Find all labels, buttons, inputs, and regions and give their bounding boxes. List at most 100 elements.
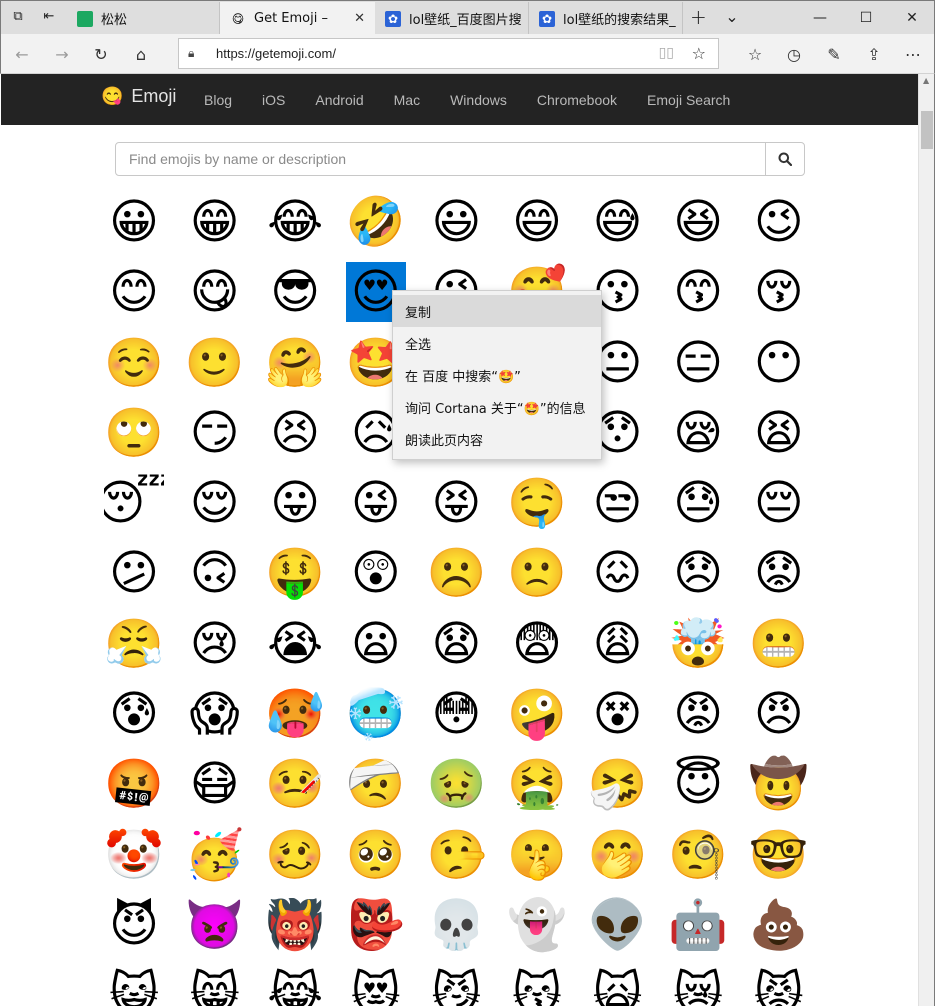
emoji-item[interactable]: 😋: [185, 262, 245, 322]
emoji-item[interactable]: 😧: [426, 614, 486, 674]
emoji-item[interactable]: 😲: [346, 543, 406, 603]
emoji-item[interactable]: 🥵: [265, 684, 325, 744]
nav-ios[interactable]: iOS: [262, 92, 285, 108]
close-tab-icon[interactable]: ✕: [354, 11, 365, 26]
refresh-icon[interactable]: ↻: [88, 42, 114, 66]
emoji-item[interactable]: 😄: [507, 192, 567, 252]
emoji-item[interactable]: 😴: [104, 473, 164, 533]
emoji-item[interactable]: 🥶: [346, 684, 406, 744]
emoji-item[interactable]: 😃: [426, 192, 486, 252]
emoji-item[interactable]: 😕: [104, 543, 164, 603]
emoji-item[interactable]: 😏: [185, 403, 245, 463]
emoji-item[interactable]: 🤧: [588, 754, 648, 814]
emoji-item[interactable]: 🧐: [668, 825, 728, 885]
more-options-icon[interactable]: ⋯: [900, 42, 926, 66]
address-bar[interactable]: 🔒︎ https://getemoji.com/ ▯▯ ☆: [178, 38, 719, 69]
emoji-item[interactable]: ☹️: [426, 543, 486, 603]
emoji-item[interactable]: 😿: [668, 965, 728, 1006]
emoji-item[interactable]: 😨: [507, 614, 567, 674]
emoji-item[interactable]: 😫: [749, 403, 809, 463]
emoji-item[interactable]: 👽: [588, 895, 648, 955]
tab-manager-icon[interactable]: ⧉: [10, 9, 26, 25]
emoji-item[interactable]: 😺: [104, 965, 164, 1006]
favorites-list-icon[interactable]: ☆: [742, 42, 768, 66]
emoji-item[interactable]: 😷: [185, 754, 245, 814]
emoji-item[interactable]: 😹: [265, 965, 325, 1006]
menu-item-read-aloud[interactable]: 朗读此页内容: [393, 423, 601, 455]
tab-lol-wallpaper-results[interactable]: ✿ lol壁纸的搜索结果_: [529, 2, 683, 35]
menu-item-select-all[interactable]: 全选: [393, 327, 601, 359]
pen-notes-icon[interactable]: ✎: [821, 42, 847, 66]
tab-songsong[interactable]: 松松: [67, 2, 220, 35]
emoji-item[interactable]: 🙀: [588, 965, 648, 1006]
emoji-item[interactable]: 😟: [749, 543, 809, 603]
emoji-item[interactable]: 😈: [104, 895, 164, 955]
emoji-item[interactable]: ☺️: [104, 333, 164, 393]
share-icon[interactable]: ⇪: [861, 42, 887, 66]
emoji-item[interactable]: 😣: [265, 403, 325, 463]
emoji-item[interactable]: 😦: [346, 614, 406, 674]
emoji-item[interactable]: 😢: [185, 614, 245, 674]
emoji-item[interactable]: 😁: [185, 192, 245, 252]
site-brand[interactable]: 😋 Emoji: [101, 86, 176, 107]
emoji-item[interactable]: 👿: [185, 895, 245, 955]
tab-get-emoji[interactable]: 😋 Get Emoji – ✕: [220, 2, 375, 35]
emoji-item[interactable]: 😊: [104, 262, 164, 322]
home-icon[interactable]: ⌂: [128, 42, 154, 66]
emoji-item[interactable]: 😬: [749, 614, 809, 674]
emoji-item[interactable]: 😑: [668, 333, 728, 393]
emoji-item[interactable]: 😅: [588, 192, 648, 252]
back-arrow-icon[interactable]: ←: [9, 42, 35, 66]
emoji-item[interactable]: 😪: [668, 403, 728, 463]
menu-item-search-baidu[interactable]: 在 百度 中搜索“🤩”: [393, 359, 601, 391]
forward-arrow-icon[interactable]: →: [49, 42, 75, 66]
emoji-item[interactable]: 🤒: [265, 754, 325, 814]
emoji-item[interactable]: 🤠: [749, 754, 809, 814]
emoji-item[interactable]: 😶: [749, 333, 809, 393]
emoji-item[interactable]: 😉: [749, 192, 809, 252]
emoji-item[interactable]: 🤗: [265, 333, 325, 393]
emoji-item[interactable]: 🤥: [426, 825, 486, 885]
emoji-item[interactable]: 🤬: [104, 754, 164, 814]
history-icon[interactable]: ◷: [781, 42, 807, 66]
new-tab-icon[interactable]: +: [690, 7, 707, 27]
vertical-scrollbar[interactable]: ▲: [918, 74, 935, 1006]
emoji-item[interactable]: 👻: [507, 895, 567, 955]
emoji-item[interactable]: 🤓: [749, 825, 809, 885]
emoji-item[interactable]: 🙄: [104, 403, 164, 463]
emoji-item[interactable]: 😸: [185, 965, 245, 1006]
emoji-item[interactable]: 😖: [588, 543, 648, 603]
emoji-item[interactable]: 🤕: [346, 754, 406, 814]
emoji-item[interactable]: 😭: [265, 614, 325, 674]
emoji-item[interactable]: 😜: [346, 473, 406, 533]
scroll-up-arrow-icon[interactable]: ▲: [923, 76, 929, 85]
emoji-item[interactable]: 🤖: [668, 895, 728, 955]
emoji-item[interactable]: 😡: [668, 684, 728, 744]
emoji-item[interactable]: 😞: [668, 543, 728, 603]
emoji-item[interactable]: 😠: [749, 684, 809, 744]
tab-list-chevron-icon[interactable]: ⌄: [724, 9, 740, 25]
emoji-item[interactable]: 🤡: [104, 825, 164, 885]
emoji-item[interactable]: 😀: [104, 192, 164, 252]
set-tabs-aside-icon[interactable]: ⇤: [41, 9, 57, 25]
emoji-item[interactable]: 😼: [426, 965, 486, 1006]
emoji-item[interactable]: 😙: [668, 262, 728, 322]
emoji-item[interactable]: 😌: [185, 473, 245, 533]
nav-emoji-search[interactable]: Emoji Search: [647, 92, 730, 108]
emoji-item[interactable]: 😝: [426, 473, 486, 533]
emoji-item[interactable]: 🥺: [346, 825, 406, 885]
search-button[interactable]: [765, 142, 805, 176]
emoji-item[interactable]: 🤭: [588, 825, 648, 885]
emoji-item[interactable]: 😓: [668, 473, 728, 533]
nav-chromebook[interactable]: Chromebook: [537, 92, 617, 108]
menu-item-ask-cortana[interactable]: 询问 Cortana 关于“🤩”的信息: [393, 391, 601, 423]
close-window-button[interactable]: ✕: [889, 1, 935, 34]
emoji-item[interactable]: 😱: [185, 684, 245, 744]
emoji-item[interactable]: 😾: [749, 965, 809, 1006]
favorite-star-icon[interactable]: ☆: [692, 44, 706, 63]
emoji-item[interactable]: 💩: [749, 895, 809, 955]
emoji-item[interactable]: 😚: [749, 262, 809, 322]
minimize-button[interactable]: —: [797, 1, 843, 34]
emoji-item[interactable]: 💀: [426, 895, 486, 955]
emoji-item[interactable]: 😔: [749, 473, 809, 533]
